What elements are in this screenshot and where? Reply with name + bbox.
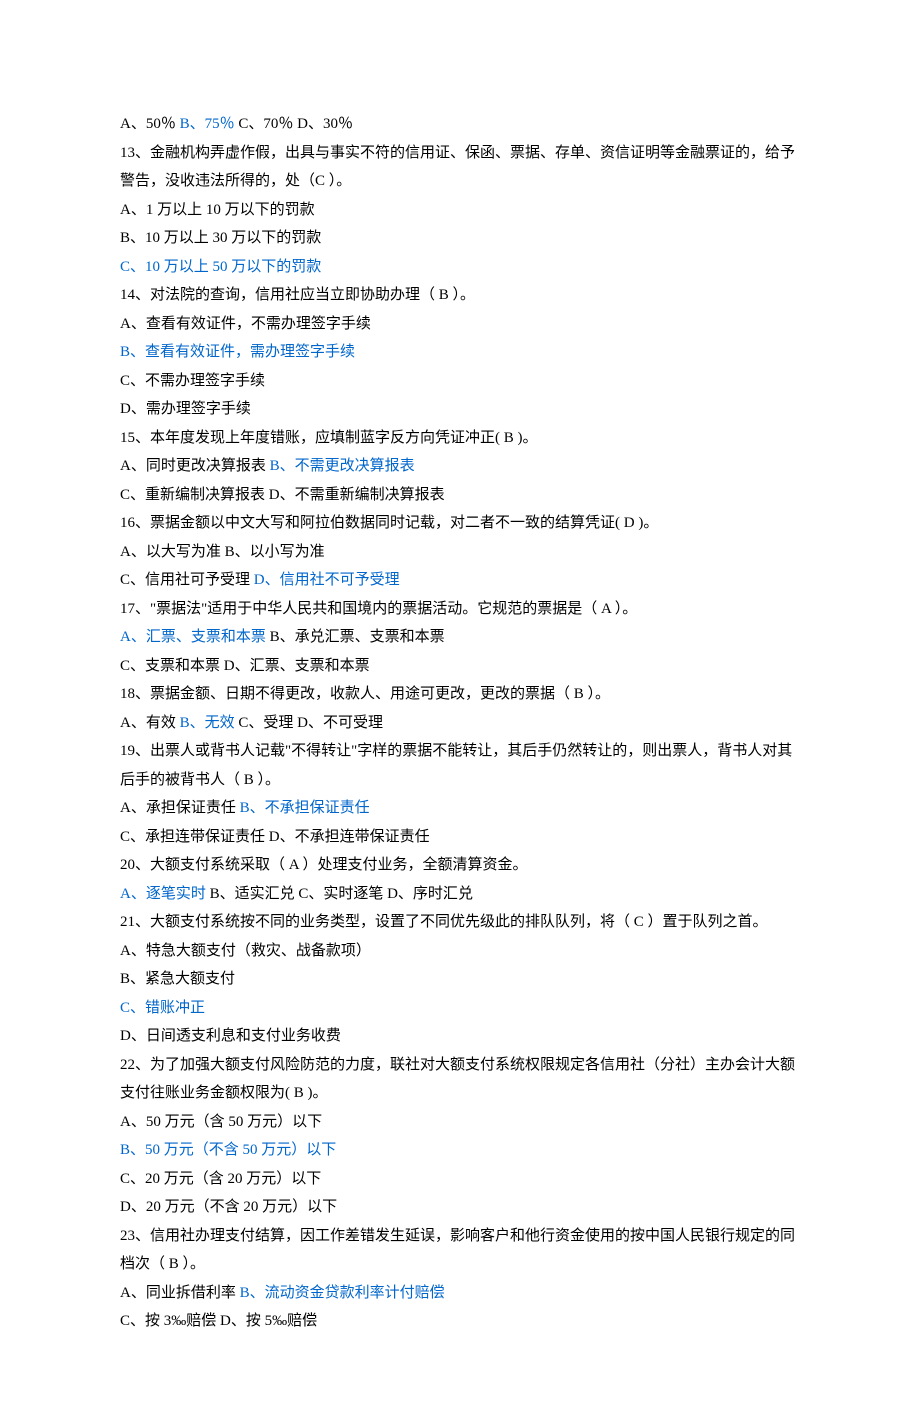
text-line: 16、票据金额以中文大写和阿拉伯数据同时记载，对二者不一致的结算凭证( D )。 bbox=[120, 509, 800, 538]
text-line: D、日间透支利息和支付业务收费 bbox=[120, 1022, 800, 1051]
text-line: C、支票和本票 D、汇票、支票和本票 bbox=[120, 652, 800, 681]
text-line: A、同时更改决算报表 B、不需更改决算报表 bbox=[120, 452, 800, 481]
question-text: A、1 万以上 10 万以下的罚款 bbox=[120, 202, 315, 218]
question-text: C、重新编制决算报表 D、不需重新编制决算报表 bbox=[120, 487, 445, 503]
answer-text: B、75％ bbox=[180, 116, 235, 132]
answer-text: B、50 万元（不含 50 万元）以下 bbox=[120, 1142, 336, 1158]
document-content: A、50％ B、75％ C、70％ D、30％ 13、金融机构弄虚作假，出具与事实… bbox=[120, 110, 800, 1336]
text-line: A、以大写为准 B、以小写为准 bbox=[120, 538, 800, 567]
question-text: C、70％ D、30％ bbox=[235, 116, 353, 132]
answer-text: B、不承担保证责任 bbox=[240, 800, 370, 816]
question-text: C、20 万元（含 20 万元）以下 bbox=[120, 1171, 321, 1187]
question-text: C、支票和本票 D、汇票、支票和本票 bbox=[120, 658, 370, 674]
text-line: A、承担保证责任 B、不承担保证责任 bbox=[120, 794, 800, 823]
question-text: A、查看有效证件，不需办理签字手续 bbox=[120, 316, 371, 332]
answer-text: B、不需更改决算报表 bbox=[270, 458, 415, 474]
text-line: 23、信用社办理支付结算，因工作差错发生延误，影响客户和他行资金使用的按中国人民… bbox=[120, 1222, 800, 1279]
question-text: 21、大额支付系统按不同的业务类型，设置了不同优先级此的排队队列，将（ C ）置… bbox=[120, 914, 768, 930]
text-line: A、汇票、支票和本票 B、承兑汇票、支票和本票 bbox=[120, 623, 800, 652]
question-text: D、20 万元（不含 20 万元）以下 bbox=[120, 1199, 337, 1215]
question-text: A、以大写为准 B、以小写为准 bbox=[120, 544, 325, 560]
text-line: 18、票据金额、日期不得更改，收款人、用途可更改，更改的票据（ B ）。 bbox=[120, 680, 800, 709]
question-text: A、同业拆借利率 bbox=[120, 1285, 240, 1301]
question-text: A、50 万元（含 50 万元）以下 bbox=[120, 1114, 322, 1130]
question-text: A、同时更改决算报表 bbox=[120, 458, 270, 474]
question-text: C、受理 D、不可受理 bbox=[235, 715, 383, 731]
text-line: C、错账冲正 bbox=[120, 994, 800, 1023]
question-text: 17、"票据法"适用于中华人民共和国境内的票据活动。它规范的票据是（ A ）。 bbox=[120, 601, 637, 617]
question-text: 13、金融机构弄虚作假，出具与事实不符的信用证、保函、票据、存单、资信证明等金融… bbox=[120, 145, 795, 190]
text-line: C、10 万以上 50 万以下的罚款 bbox=[120, 253, 800, 282]
question-text: C、承担连带保证责任 D、不承担连带保证责任 bbox=[120, 829, 430, 845]
question-text: B、适实汇兑 C、实时逐笔 D、序时汇兑 bbox=[206, 886, 473, 902]
text-line: 20、大额支付系统采取（ A ）处理支付业务，全额清算资金。 bbox=[120, 851, 800, 880]
text-line: B、紧急大额支付 bbox=[120, 965, 800, 994]
text-line: 14、对法院的查询，信用社应当立即协助办理（ B ）。 bbox=[120, 281, 800, 310]
text-line: D、20 万元（不含 20 万元）以下 bbox=[120, 1193, 800, 1222]
question-text: A、特急大额支付（救灾、战备款项） bbox=[120, 943, 371, 959]
question-text: D、日间透支利息和支付业务收费 bbox=[120, 1028, 341, 1044]
answer-text: A、汇票、支票和本票 bbox=[120, 629, 266, 645]
question-text: B、紧急大额支付 bbox=[120, 971, 235, 987]
text-line: C、20 万元（含 20 万元）以下 bbox=[120, 1165, 800, 1194]
text-line: A、查看有效证件，不需办理签字手续 bbox=[120, 310, 800, 339]
text-line: 21、大额支付系统按不同的业务类型，设置了不同优先级此的排队队列，将（ C ）置… bbox=[120, 908, 800, 937]
text-line: 17、"票据法"适用于中华人民共和国境内的票据活动。它规范的票据是（ A ）。 bbox=[120, 595, 800, 624]
text-line: B、10 万以上 30 万以下的罚款 bbox=[120, 224, 800, 253]
text-line: A、50％ B、75％ C、70％ D、30％ bbox=[120, 110, 800, 139]
answer-text: B、流动资金贷款利率计付赔偿 bbox=[240, 1285, 445, 1301]
question-text: 15、本年度发现上年度错账，应填制蓝字反方向凭证冲正( B )。 bbox=[120, 430, 538, 446]
question-text: C、不需办理签字手续 bbox=[120, 373, 265, 389]
question-text: 18、票据金额、日期不得更改，收款人、用途可更改，更改的票据（ B ）。 bbox=[120, 686, 610, 702]
question-text: B、10 万以上 30 万以下的罚款 bbox=[120, 230, 321, 246]
answer-text: B、无效 bbox=[180, 715, 235, 731]
text-line: A、同业拆借利率 B、流动资金贷款利率计付赔偿 bbox=[120, 1279, 800, 1308]
question-text: A、有效 bbox=[120, 715, 180, 731]
text-line: A、有效 B、无效 C、受理 D、不可受理 bbox=[120, 709, 800, 738]
text-line: D、需办理签字手续 bbox=[120, 395, 800, 424]
answer-text: A、逐笔实时 bbox=[120, 886, 206, 902]
text-line: 22、为了加强大额支付风险防范的力度，联社对大额支付系统权限规定各信用社（分社）… bbox=[120, 1051, 800, 1108]
text-line: A、1 万以上 10 万以下的罚款 bbox=[120, 196, 800, 225]
text-line: B、查看有效证件，需办理签字手续 bbox=[120, 338, 800, 367]
text-line: A、50 万元（含 50 万元）以下 bbox=[120, 1108, 800, 1137]
text-line: C、不需办理签字手续 bbox=[120, 367, 800, 396]
question-text: B、承兑汇票、支票和本票 bbox=[266, 629, 445, 645]
text-line: C、信用社可予受理 D、信用社不可予受理 bbox=[120, 566, 800, 595]
text-line: C、承担连带保证责任 D、不承担连带保证责任 bbox=[120, 823, 800, 852]
text-line: 13、金融机构弄虚作假，出具与事实不符的信用证、保函、票据、存单、资信证明等金融… bbox=[120, 139, 800, 196]
text-line: A、逐笔实时 B、适实汇兑 C、实时逐笔 D、序时汇兑 bbox=[120, 880, 800, 909]
question-text: 23、信用社办理支付结算，因工作差错发生延误，影响客户和他行资金使用的按中国人民… bbox=[120, 1228, 795, 1273]
question-text: 20、大额支付系统采取（ A ）处理支付业务，全额清算资金。 bbox=[120, 857, 528, 873]
answer-text: B、查看有效证件，需办理签字手续 bbox=[120, 344, 355, 360]
question-text: 22、为了加强大额支付风险防范的力度，联社对大额支付系统权限规定各信用社（分社）… bbox=[120, 1057, 795, 1102]
question-text: 14、对法院的查询，信用社应当立即协助办理（ B ）。 bbox=[120, 287, 475, 303]
text-line: 15、本年度发现上年度错账，应填制蓝字反方向凭证冲正( B )。 bbox=[120, 424, 800, 453]
question-text: 19、出票人或背书人记载"不得转让"字样的票据不能转让，其后手仍然转让的，则出票… bbox=[120, 743, 792, 788]
text-line: C、重新编制决算报表 D、不需重新编制决算报表 bbox=[120, 481, 800, 510]
text-line: C、按 3‰赔偿 D、按 5‰赔偿 bbox=[120, 1307, 800, 1336]
question-text: D、需办理签字手续 bbox=[120, 401, 251, 417]
question-text: C、按 3‰赔偿 D、按 5‰赔偿 bbox=[120, 1313, 317, 1329]
question-text: C、信用社可予受理 bbox=[120, 572, 254, 588]
question-text: A、50％ bbox=[120, 116, 180, 132]
text-line: A、特急大额支付（救灾、战备款项） bbox=[120, 937, 800, 966]
question-text: A、承担保证责任 bbox=[120, 800, 240, 816]
answer-text: D、信用社不可予受理 bbox=[254, 572, 400, 588]
text-line: B、50 万元（不含 50 万元）以下 bbox=[120, 1136, 800, 1165]
question-text: 16、票据金额以中文大写和阿拉伯数据同时记载，对二者不一致的结算凭证( D )。 bbox=[120, 515, 658, 531]
answer-text: C、错账冲正 bbox=[120, 1000, 205, 1016]
answer-text: C、10 万以上 50 万以下的罚款 bbox=[120, 259, 321, 275]
text-line: 19、出票人或背书人记载"不得转让"字样的票据不能转让，其后手仍然转让的，则出票… bbox=[120, 737, 800, 794]
